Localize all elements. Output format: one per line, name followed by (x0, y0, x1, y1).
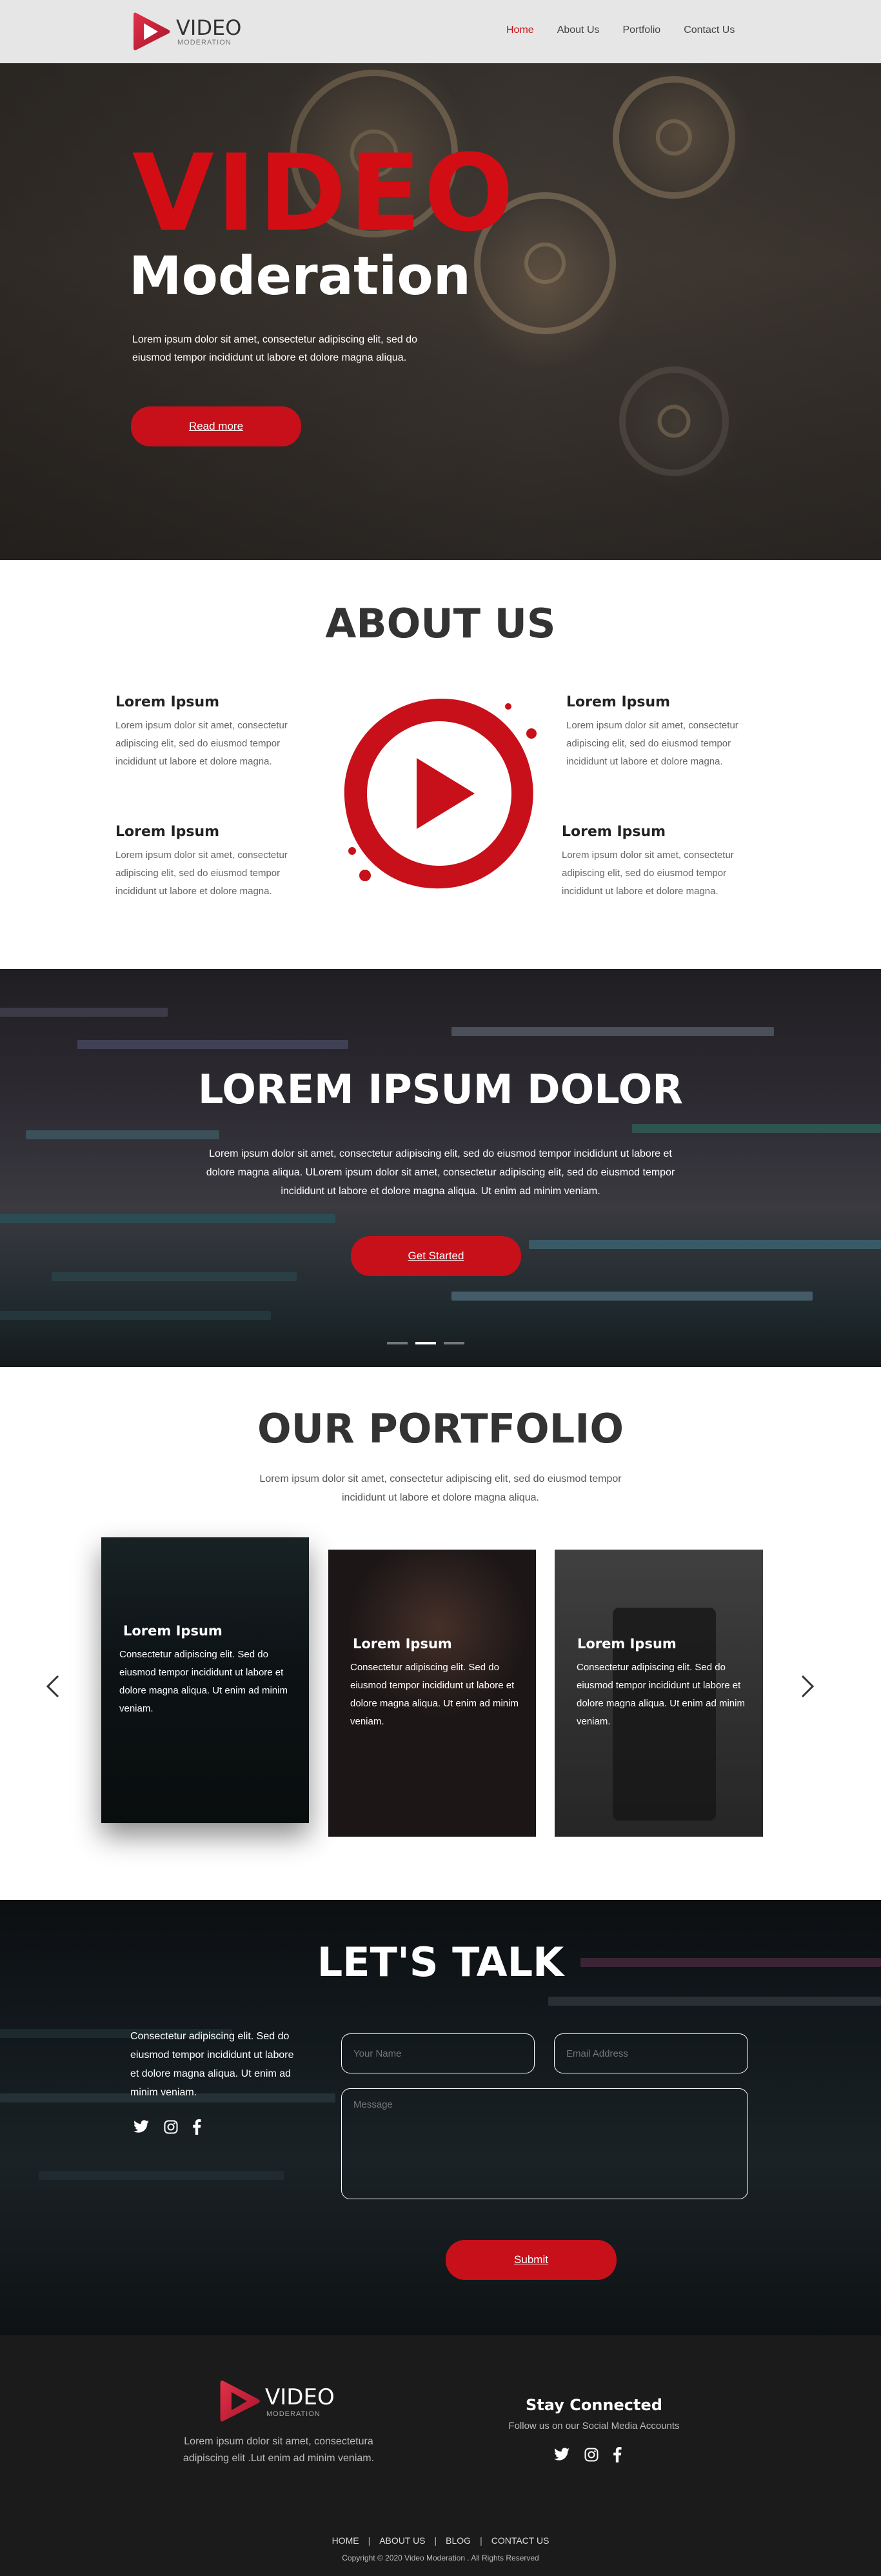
banner-text: Lorem ipsum dolor sit amet, consectetur … (206, 1148, 675, 1197)
slider-dots (387, 1342, 464, 1344)
about-item-heading: Lorem Ipsum (115, 694, 220, 710)
timeline-strip (0, 1311, 271, 1320)
portfolio-card[interactable]: Lorem Ipsum Consectetur adipiscing elit.… (328, 1550, 536, 1837)
about-item: Lorem Ipsum Lorem ipsum dolor sit amet, … (115, 824, 322, 901)
contact-section: LET'S TALK Consectetur adipiscing elit. … (0, 1900, 881, 2335)
footer-description: Lorem ipsum dolor sit amet, consectetura… (183, 2436, 375, 2464)
menu-home[interactable]: Home (506, 25, 534, 36)
facebook-icon[interactable] (192, 2119, 201, 2135)
footer-link-separator: | (434, 2535, 437, 2546)
about-item-text: Lorem ipsum dolor sit amet, consectetur … (115, 720, 288, 767)
read-more-button[interactable]: Read more (131, 406, 301, 446)
portfolio-text: Lorem ipsum dolor sit amet, consectetur … (259, 1473, 622, 1503)
hero-section: VIDEO Moderation Lorem ipsum dolor sit a… (0, 63, 881, 560)
portfolio-card-text: Consectetur adipiscing elit. Sed do eius… (577, 1662, 745, 1727)
slider-dot[interactable] (387, 1342, 408, 1344)
timeline-strip (529, 1240, 881, 1249)
timeline-strip (0, 1008, 168, 1017)
about-item: Lorem Ipsum Lorem ipsum dolor sit amet, … (115, 694, 322, 771)
hero-title: VIDEO (132, 132, 517, 255)
logo[interactable]: VIDEO MODERATION (131, 9, 253, 54)
timeline-strip (52, 1272, 297, 1281)
about-item: Lorem Ipsum Lorem ipsum dolor sit amet, … (562, 824, 768, 901)
social-links (133, 2119, 201, 2135)
portfolio-card[interactable]: Lorem Ipsum Consectetur adipiscing elit.… (555, 1550, 763, 1837)
portfolio-card-text: Consectetur adipiscing elit. Sed do eius… (119, 1649, 288, 1714)
portfolio-card-heading: Lorem Ipsum (353, 1636, 452, 1652)
timeline-strip (451, 1292, 813, 1301)
footer-links: HOME | ABOUT US | BLOG | CONTACT US (0, 2535, 881, 2546)
stay-connected-subtitle: Follow us on our Social Media Accounts (508, 2421, 680, 2431)
timeline-strip (26, 1130, 219, 1139)
timeline-strip (39, 2171, 284, 2180)
footer-link-home[interactable]: HOME (332, 2535, 359, 2546)
message-field[interactable] (341, 2088, 748, 2199)
footer-social-links (553, 2447, 622, 2462)
footer-link-contact-us[interactable]: CONTACT US (491, 2535, 549, 2546)
menu-about-us[interactable]: About Us (557, 25, 600, 36)
about-item-heading: Lorem Ipsum (566, 694, 671, 710)
submit-button[interactable]: Submit (446, 2240, 617, 2280)
footer-link-about-us[interactable]: ABOUT US (379, 2535, 425, 2546)
name-field[interactable] (341, 2033, 535, 2073)
footer: VIDEO MODERATION Lorem ipsum dolor sit a… (0, 2335, 881, 2576)
slider-dot[interactable] (444, 1342, 464, 1344)
email-field[interactable] (554, 2033, 748, 2073)
copyright: Copyright © 2020 Video Moderation . All … (342, 2553, 539, 2562)
contact-text: Consectetur adipiscing elit. Sed do eius… (130, 2031, 294, 2098)
contact-title: LET'S TALK (317, 1939, 564, 1986)
about-item-heading: Lorem Ipsum (115, 824, 220, 840)
footer-logo-title: VIDEO (265, 2384, 335, 2410)
timeline-strip (0, 1214, 335, 1223)
timeline-strip (451, 1027, 774, 1036)
timeline-strip (77, 1040, 348, 1049)
logo-subtitle: MODERATION (177, 39, 232, 46)
banner-slider: LOREM IPSUM DOLOR Lorem ipsum dolor sit … (0, 969, 881, 1367)
hero-text: Lorem ipsum dolor sit amet, consectetur … (132, 334, 417, 363)
footer-link-separator: | (480, 2535, 482, 2546)
portfolio-title: OUR PORTFOLIO (257, 1405, 624, 1452)
timeline-strip (632, 1124, 881, 1133)
chevron-right-icon[interactable] (798, 1673, 817, 1699)
menu-portfolio[interactable]: Portfolio (623, 25, 661, 36)
chevron-left-icon[interactable] (44, 1673, 62, 1699)
portfolio-card[interactable]: Lorem Ipsum Consectetur adipiscing elit.… (101, 1537, 309, 1823)
page: VIDEO MODERATION Home About Us Portfolio… (0, 0, 881, 2576)
stay-connected-title: Stay Connected (526, 2396, 662, 2414)
slider-dot-active[interactable] (415, 1342, 436, 1344)
portfolio-card-heading: Lorem Ipsum (577, 1636, 677, 1652)
timeline-strip (548, 1997, 881, 2006)
facebook-icon[interactable] (613, 2447, 622, 2462)
logo-play-icon (134, 12, 170, 50)
twitter-icon[interactable] (553, 2448, 570, 2462)
footer-link-separator: | (368, 2535, 371, 2546)
top-nav: VIDEO MODERATION Home About Us Portfolio… (0, 0, 881, 63)
hero-subtitle: Moderation (129, 246, 471, 307)
about-item-text: Lorem ipsum dolor sit amet, consectetur … (115, 850, 288, 897)
instagram-icon[interactable] (164, 2120, 178, 2134)
about-title: ABOUT US (325, 600, 556, 647)
footer-logo-subtitle: MODERATION (266, 2410, 321, 2418)
footer-logo[interactable]: VIDEO MODERATION (217, 2377, 346, 2428)
main-menu: Home About Us Portfolio Contact Us (506, 25, 758, 36)
portfolio-card-text: Consectetur adipiscing elit. Sed do eius… (350, 1662, 519, 1727)
logo-play-icon (220, 2380, 260, 2422)
about-item-text: Lorem ipsum dolor sit amet, consectetur … (566, 720, 738, 767)
twitter-icon[interactable] (133, 2120, 150, 2134)
instagram-icon[interactable] (584, 2448, 599, 2462)
footer-link-blog[interactable]: BLOG (446, 2535, 471, 2546)
logo-title: VIDEO (176, 15, 242, 40)
menu-contact-us[interactable]: Contact Us (684, 25, 735, 36)
about-item-heading: Lorem Ipsum (562, 824, 666, 840)
get-started-button[interactable]: Get Started (351, 1236, 521, 1276)
about-item: Lorem Ipsum Lorem ipsum dolor sit amet, … (566, 694, 773, 771)
about-item-text: Lorem ipsum dolor sit amet, consectetur … (562, 850, 734, 897)
play-icon (344, 698, 537, 889)
banner-title: LOREM IPSUM DOLOR (197, 1066, 684, 1113)
portfolio-card-heading: Lorem Ipsum (123, 1623, 223, 1639)
